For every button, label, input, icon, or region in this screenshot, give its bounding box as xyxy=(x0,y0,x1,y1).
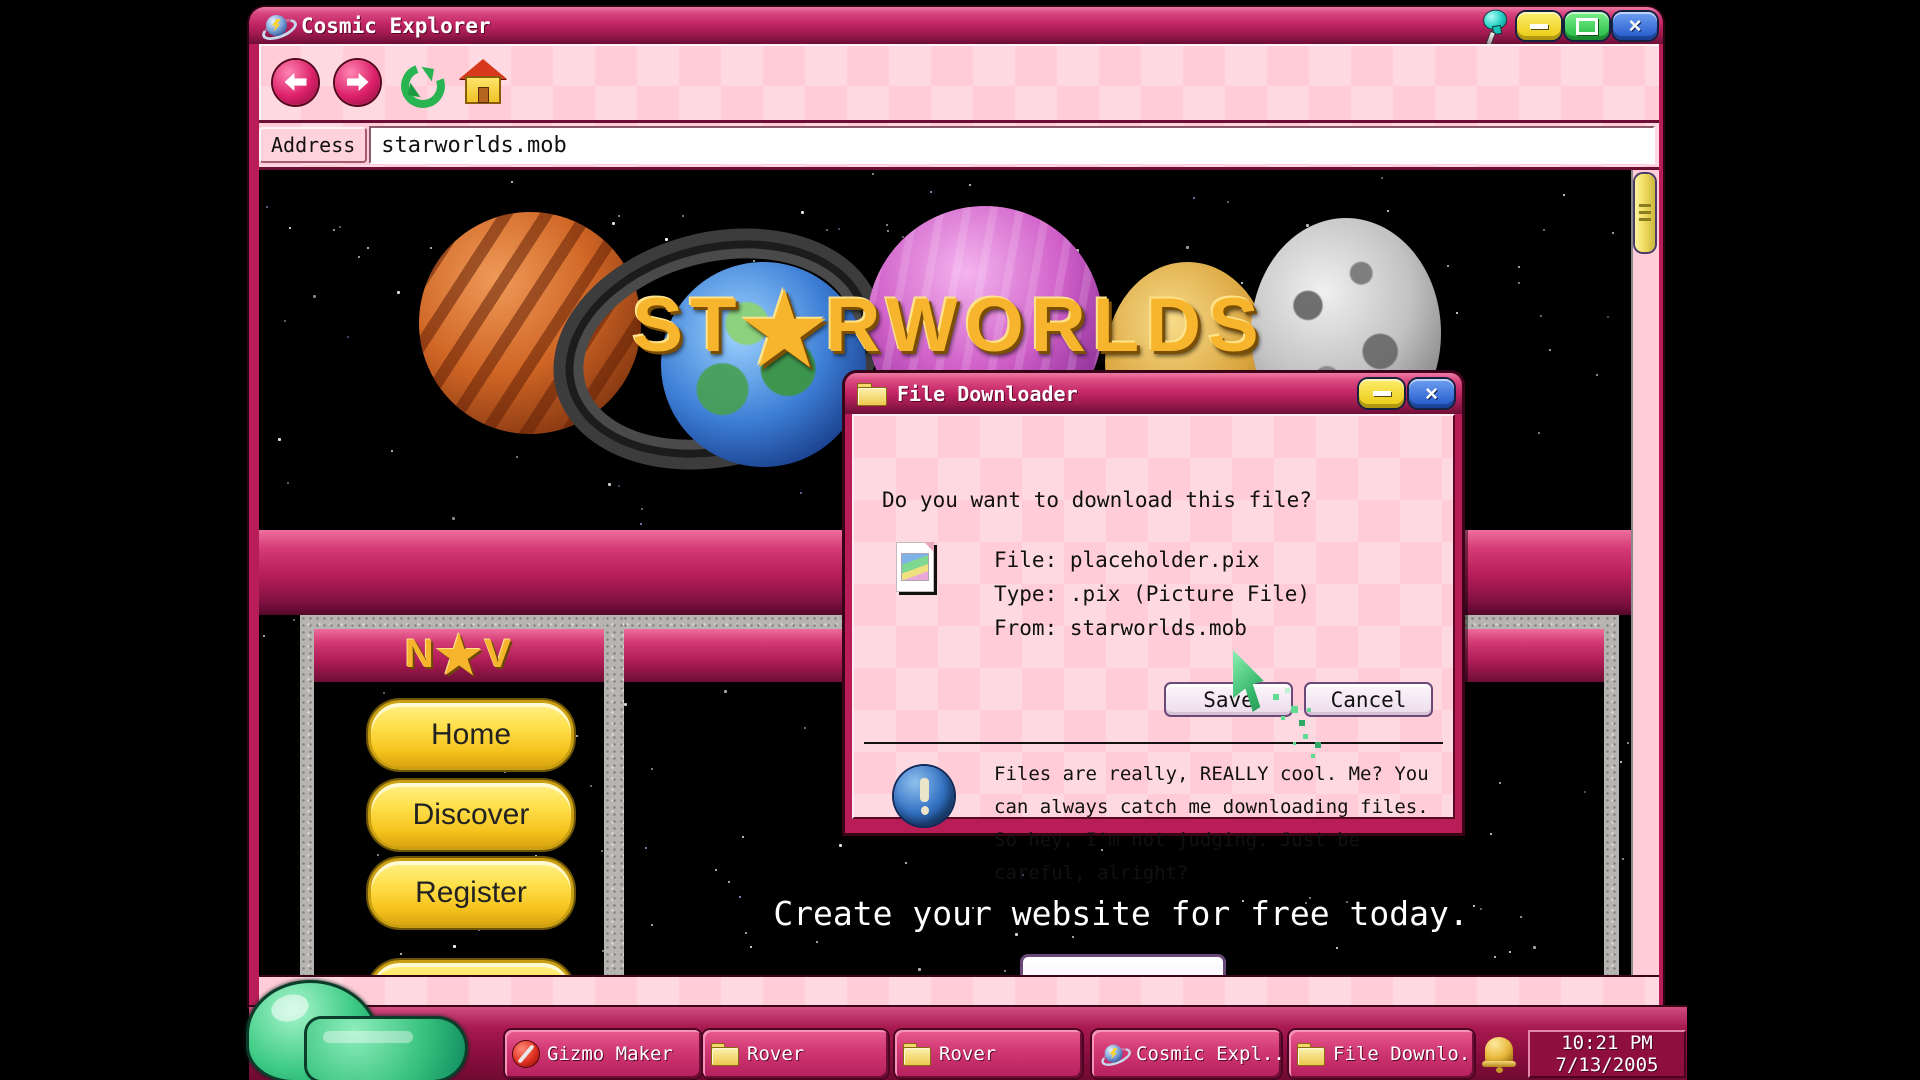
browser-titlebar[interactable]: Cosmic Explorer × xyxy=(249,7,1663,44)
address-input[interactable] xyxy=(369,126,1655,164)
taskbar-item-rover-2[interactable]: Rover xyxy=(895,1030,1082,1078)
forward-button[interactable] xyxy=(335,60,380,105)
dialog-info-text: Files are really, REALLY cool. Me? You c… xyxy=(994,758,1446,890)
folder-icon xyxy=(711,1043,739,1065)
starworlds-logo: ST★RWORLDS xyxy=(589,274,1309,386)
clock-date: 7/13/2005 xyxy=(1556,1054,1659,1076)
minimize-button[interactable] xyxy=(1517,12,1561,40)
file-from-line: From: starworlds.mob xyxy=(994,616,1247,640)
folder-icon xyxy=(903,1043,931,1065)
cancel-button[interactable]: Cancel xyxy=(1304,682,1433,717)
info-exclamation-icon xyxy=(894,766,954,826)
folder-icon xyxy=(1297,1043,1325,1065)
close-x-icon: × xyxy=(1629,15,1642,37)
nav-header: N★V xyxy=(314,629,604,682)
back-button[interactable] xyxy=(273,60,318,105)
minimize-dash-icon xyxy=(1530,24,1548,29)
logo-star-icon: ★ xyxy=(741,277,827,384)
file-name-line: File: placeholder.pix xyxy=(994,548,1260,572)
nav-button-home[interactable]: Home xyxy=(368,700,574,770)
address-label: Address xyxy=(259,127,367,163)
dialog-divider xyxy=(864,742,1443,744)
taskbar-item-file-downloader[interactable]: File Downlo... xyxy=(1289,1030,1474,1078)
dialog-minimize-button[interactable] xyxy=(1359,379,1404,408)
back-arrow-icon xyxy=(285,73,307,91)
dialog-title: File Downloader xyxy=(897,382,1078,406)
planet-icon xyxy=(1102,1043,1126,1065)
window-title: Cosmic Explorer xyxy=(301,14,491,38)
taskbar-item-gizmo-maker[interactable]: Gizmo Maker xyxy=(505,1030,701,1078)
nav-button-discover[interactable]: Discover xyxy=(368,780,574,850)
close-x-icon: × xyxy=(1425,383,1438,405)
dialog-titlebar[interactable]: File Downloader × xyxy=(845,373,1462,414)
refresh-button[interactable] xyxy=(397,60,441,104)
file-downloader-dialog: File Downloader × Do you want to downloa… xyxy=(845,373,1462,833)
planet-icon xyxy=(263,13,291,39)
gizmo-icon xyxy=(513,1041,539,1067)
pushpin-icon[interactable] xyxy=(1471,7,1515,44)
scrollbar-thumb[interactable] xyxy=(1635,174,1655,252)
dialog-question: Do you want to download this file? xyxy=(882,488,1312,512)
signup-button[interactable]: Sign Up xyxy=(1020,954,1226,975)
nav-title: N★V xyxy=(405,626,513,686)
close-button[interactable]: × xyxy=(1613,12,1657,40)
granite-border-left xyxy=(300,615,314,975)
address-bar: Address xyxy=(259,123,1659,170)
clock-time: 10:21 PM xyxy=(1561,1032,1653,1054)
window-bottom-border xyxy=(259,977,1659,1007)
dialog-body: Do you want to download this file? File:… xyxy=(852,414,1455,819)
nav-button-register[interactable]: Register xyxy=(368,858,574,928)
vertical-scrollbar[interactable] xyxy=(1631,170,1659,975)
desktop: Cosmic Explorer × Address xyxy=(0,0,1920,1080)
dialog-close-button[interactable]: × xyxy=(1409,379,1454,408)
maximize-button[interactable] xyxy=(1565,12,1609,40)
browser-toolbar xyxy=(259,44,1659,123)
save-button[interactable]: Save xyxy=(1164,682,1293,717)
granite-border-right xyxy=(1604,615,1619,975)
maximize-box-icon xyxy=(1576,18,1598,35)
file-type-line: Type: .pix (Picture File) xyxy=(994,582,1310,606)
taskbar-item-rover-1[interactable]: Rover xyxy=(703,1030,888,1078)
bell-icon[interactable] xyxy=(1482,1035,1516,1073)
folder-icon xyxy=(857,383,887,405)
granite-border-divider xyxy=(604,615,624,975)
forward-arrow-icon xyxy=(347,73,369,91)
taskbar-clock[interactable]: 10:21 PM 7/13/2005 xyxy=(1528,1030,1686,1078)
nav-star-icon: ★ xyxy=(436,627,485,685)
page-headline: Create your website for free today. xyxy=(771,894,1471,933)
nav-button-spotlight[interactable]: Spotlight xyxy=(368,960,574,975)
minimize-dash-icon xyxy=(1373,391,1391,396)
home-button[interactable] xyxy=(458,59,508,105)
start-button[interactable] xyxy=(249,983,465,1080)
picture-file-icon xyxy=(896,542,934,592)
taskbar-item-cosmic-explorer[interactable]: Cosmic Expl... xyxy=(1092,1030,1281,1078)
